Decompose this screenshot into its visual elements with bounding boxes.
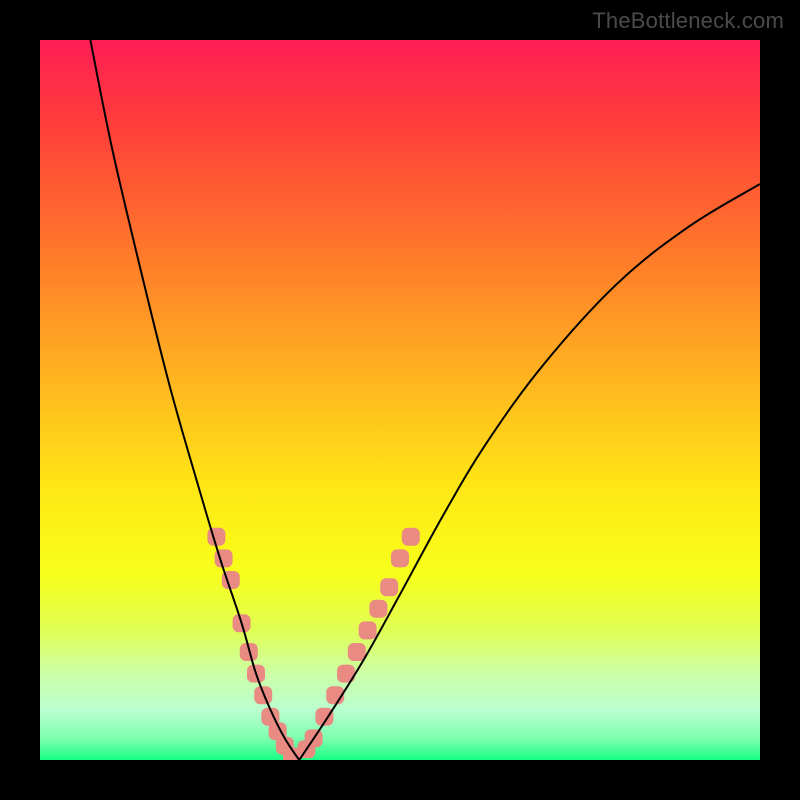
marker-dot <box>391 549 409 567</box>
marker-dot <box>359 621 377 639</box>
curves-layer <box>40 40 760 760</box>
left-curve <box>90 40 299 760</box>
plot-area <box>40 40 760 760</box>
marker-dot <box>348 643 366 661</box>
marker-dots <box>207 528 419 760</box>
marker-dot <box>380 578 398 596</box>
marker-dot <box>402 528 420 546</box>
watermark-text: TheBottleneck.com <box>592 8 784 34</box>
marker-dot <box>369 600 387 618</box>
right-curve <box>299 184 760 760</box>
marker-dot <box>207 528 225 546</box>
chart-root: TheBottleneck.com <box>0 0 800 800</box>
